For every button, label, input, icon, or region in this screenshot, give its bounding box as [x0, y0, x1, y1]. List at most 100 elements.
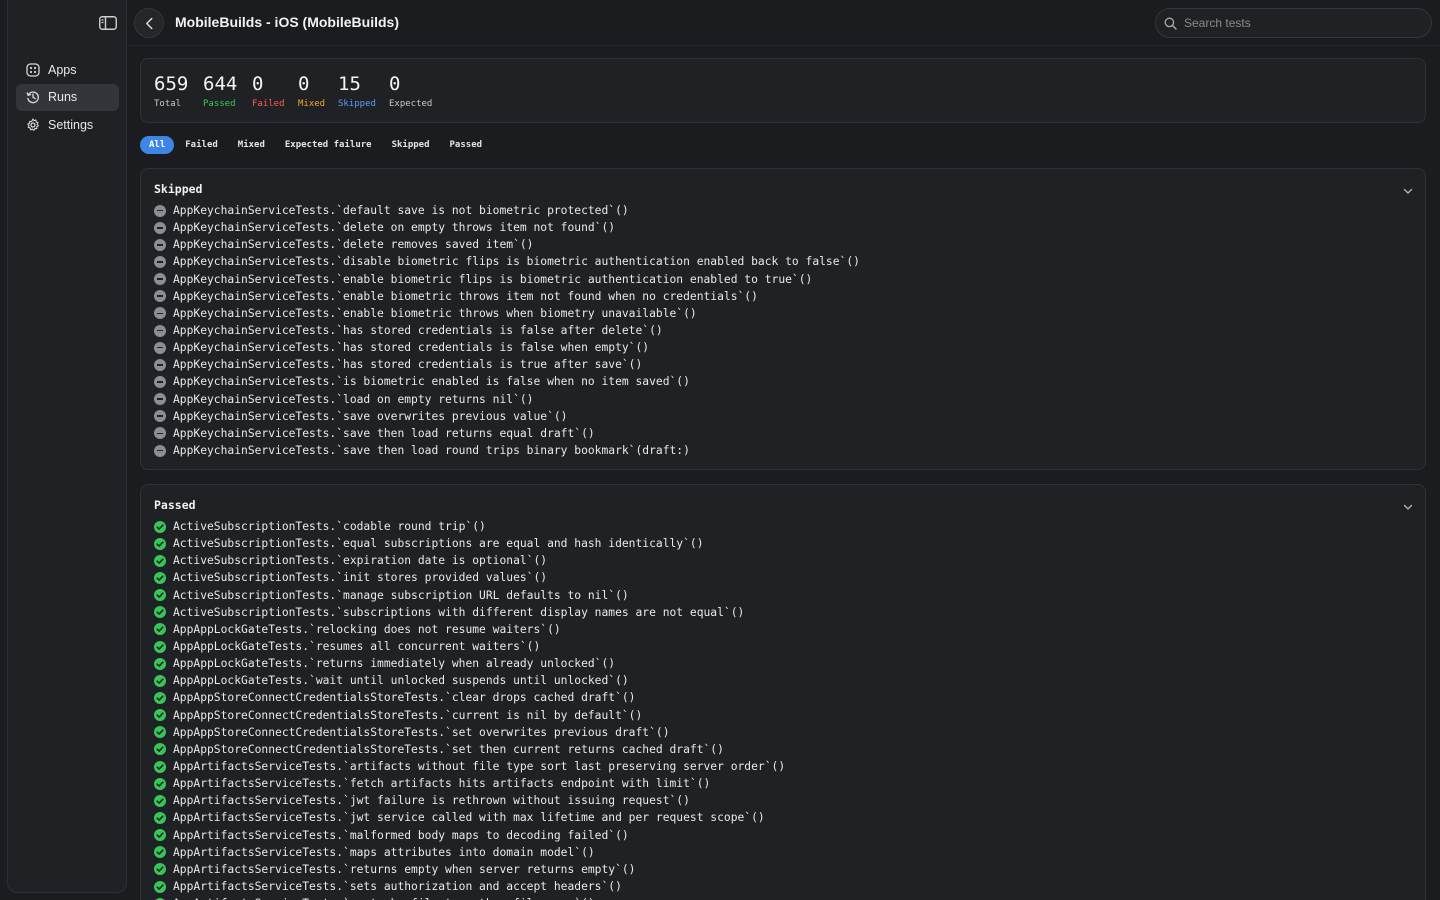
test-row[interactable]: AppKeychainServiceTests.`load on empty r…: [154, 391, 860, 408]
test-row[interactable]: AppKeychainServiceTests.`save then load …: [154, 425, 860, 442]
filter-skipped[interactable]: Skipped: [383, 136, 439, 154]
filter-failed[interactable]: Failed: [176, 136, 227, 154]
skipped-icon: [154, 375, 166, 388]
test-name: ActiveSubscriptionTests.`manage subscrip…: [173, 588, 629, 602]
skipped-icon: [154, 341, 166, 354]
test-row[interactable]: AppAppStoreConnectCredentialsStoreTests.…: [154, 707, 785, 724]
test-row[interactable]: ActiveSubscriptionTests.`codable round t…: [154, 518, 785, 535]
sidebar-item-apps[interactable]: Apps: [16, 56, 119, 83]
test-row[interactable]: ActiveSubscriptionTests.`subscriptions w…: [154, 604, 785, 621]
test-name: ActiveSubscriptionTests.`codable round t…: [173, 520, 486, 534]
test-name: AppKeychainServiceTests.`enable biometri…: [173, 272, 813, 286]
test-row[interactable]: AppAppStoreConnectCredentialsStoreTests.…: [154, 724, 785, 741]
check-circle-icon: [154, 640, 166, 653]
chevron-down-icon[interactable]: [1403, 502, 1413, 512]
stat-value: 0: [298, 73, 310, 95]
sidebar: Apps Runs Settings: [7, 0, 127, 893]
test-row[interactable]: ActiveSubscriptionTests.`equal subscript…: [154, 535, 785, 552]
check-circle-icon: [154, 623, 166, 636]
test-row[interactable]: AppAppStoreConnectCredentialsStoreTests.…: [154, 741, 785, 758]
test-row[interactable]: AppKeychainServiceTests.`has stored cred…: [154, 356, 860, 373]
stat-expected: 0 Expected: [389, 72, 432, 109]
test-row[interactable]: ActiveSubscriptionTests.`manage subscrip…: [154, 587, 785, 604]
test-name: ActiveSubscriptionTests.`init stores pro…: [173, 571, 548, 585]
test-row[interactable]: AppArtifactsServiceTests.`sorts by file …: [154, 895, 785, 900]
test-name: AppKeychainServiceTests.`enable biometri…: [173, 289, 758, 303]
test-row[interactable]: AppAppLockGateTests.`wait until unlocked…: [154, 672, 785, 689]
sidebar-item-label: Apps: [48, 62, 77, 77]
filter-expected-failure[interactable]: Expected failure: [276, 136, 381, 154]
skipped-icon: [154, 255, 166, 268]
stat-value: 0: [252, 73, 264, 95]
sidebar-item-runs[interactable]: Runs: [16, 83, 119, 111]
test-name: AppKeychainServiceTests.`save then load …: [173, 426, 595, 440]
test-row[interactable]: AppAppLockGateTests.`returns immediately…: [154, 655, 785, 672]
check-circle-icon: [154, 520, 166, 533]
skipped-icon: [154, 444, 166, 457]
header-divider: [127, 45, 1440, 46]
test-row[interactable]: AppKeychainServiceTests.`has stored cred…: [154, 322, 860, 339]
stat-value: 0: [389, 73, 401, 95]
test-row[interactable]: AppArtifactsServiceTests.`maps attribute…: [154, 844, 785, 861]
test-row[interactable]: AppAppStoreConnectCredentialsStoreTests.…: [154, 689, 785, 706]
test-row[interactable]: AppKeychainServiceTests.`disable biometr…: [154, 253, 860, 270]
test-row[interactable]: AppArtifactsServiceTests.`artifacts with…: [154, 758, 785, 775]
test-row[interactable]: AppArtifactsServiceTests.`sets authoriza…: [154, 878, 785, 895]
stat-label: Passed: [203, 99, 236, 109]
test-name: AppKeychainServiceTests.`save overwrites…: [173, 409, 568, 423]
search-bar[interactable]: [1155, 8, 1432, 38]
skipped-icon: [154, 393, 166, 406]
test-row[interactable]: ActiveSubscriptionTests.`init stores pro…: [154, 569, 785, 586]
check-circle-icon: [154, 829, 166, 842]
check-circle-icon: [154, 794, 166, 807]
test-row[interactable]: AppArtifactsServiceTests.`jwt failure is…: [154, 792, 785, 809]
back-button[interactable]: [134, 8, 164, 38]
test-row[interactable]: AppKeychainServiceTests.`delete on empty…: [154, 219, 860, 236]
apps-icon: [26, 62, 40, 77]
check-circle-icon: [154, 606, 166, 619]
filter-mixed[interactable]: Mixed: [229, 136, 274, 154]
stat-failed: 0 Failed: [252, 72, 285, 109]
test-row[interactable]: AppAppLockGateTests.`resumes all concurr…: [154, 638, 785, 655]
test-row[interactable]: AppKeychainServiceTests.`default save is…: [154, 202, 860, 219]
test-row[interactable]: AppKeychainServiceTests.`save overwrites…: [154, 408, 860, 425]
test-row[interactable]: AppArtifactsServiceTests.`malformed body…: [154, 827, 785, 844]
test-row[interactable]: AppKeychainServiceTests.`enable biometri…: [154, 305, 860, 322]
check-circle-icon: [154, 657, 166, 670]
check-circle-icon: [154, 846, 166, 859]
stat-value: 15: [338, 73, 361, 95]
test-row[interactable]: AppArtifactsServiceTests.`returns empty …: [154, 861, 785, 878]
check-circle-icon: [154, 537, 166, 550]
check-circle-icon: [154, 726, 166, 739]
chevron-down-icon[interactable]: [1403, 186, 1413, 196]
chevron-left-icon: [145, 17, 152, 29]
sidebar-toggle-icon[interactable]: [99, 16, 117, 30]
check-circle-icon: [154, 709, 166, 722]
filter-all[interactable]: All: [140, 136, 175, 154]
test-row[interactable]: AppKeychainServiceTests.`has stored cred…: [154, 339, 860, 356]
test-name: AppArtifactsServiceTests.`jwt service ca…: [173, 811, 765, 825]
test-row[interactable]: AppKeychainServiceTests.`is biometric en…: [154, 373, 860, 390]
check-circle-icon: [154, 571, 166, 584]
test-list: ActiveSubscriptionTests.`codable round t…: [154, 518, 785, 900]
test-row[interactable]: AppAppLockGateTests.`relocking does not …: [154, 621, 785, 638]
skipped-icon: [154, 221, 166, 234]
stat-skipped: 15 Skipped: [338, 72, 376, 109]
test-row[interactable]: AppKeychainServiceTests.`enable biometri…: [154, 288, 860, 305]
sidebar-item-settings[interactable]: Settings: [16, 111, 119, 138]
section-passed: Passed ActiveSubscriptionTests.`codable …: [140, 484, 1426, 900]
test-row[interactable]: ActiveSubscriptionTests.`expiration date…: [154, 552, 785, 569]
test-name: AppArtifactsServiceTests.`artifacts with…: [173, 760, 786, 774]
check-circle-icon: [154, 674, 166, 687]
skipped-icon: [154, 358, 166, 371]
test-name: AppKeychainServiceTests.`has stored cred…: [173, 324, 663, 338]
filter-passed[interactable]: Passed: [441, 136, 492, 154]
test-row[interactable]: AppKeychainServiceTests.`save then load …: [154, 442, 860, 459]
test-name: AppAppStoreConnectCredentialsStoreTests.…: [173, 725, 670, 739]
stat-label: Total: [154, 99, 182, 109]
test-row[interactable]: AppKeychainServiceTests.`enable biometri…: [154, 271, 860, 288]
test-row[interactable]: AppArtifactsServiceTests.`fetch artifact…: [154, 775, 785, 792]
search-input[interactable]: [1184, 16, 1414, 30]
test-row[interactable]: AppKeychainServiceTests.`delete removes …: [154, 236, 860, 253]
test-row[interactable]: AppArtifactsServiceTests.`jwt service ca…: [154, 809, 785, 826]
